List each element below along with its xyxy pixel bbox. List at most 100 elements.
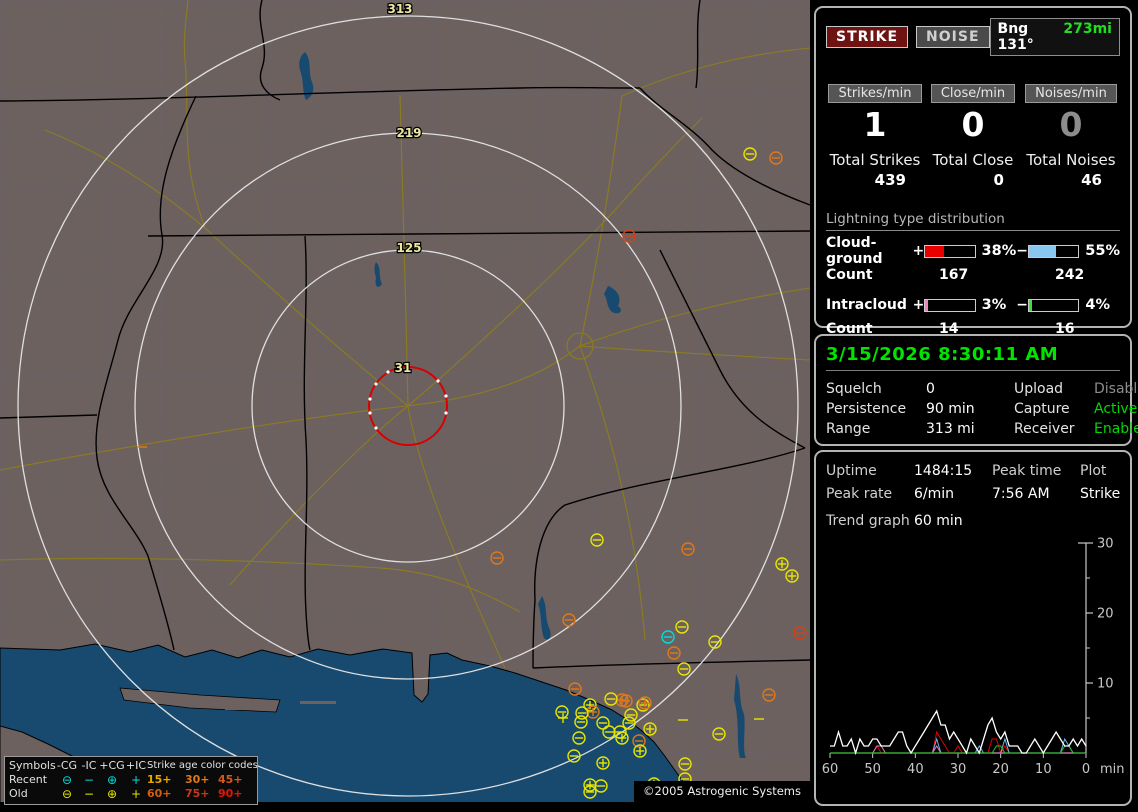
distribution-title: Lightning type distribution xyxy=(826,211,1120,231)
noise-button[interactable]: NOISE xyxy=(916,26,989,48)
bearing-distance: 273mi xyxy=(1063,21,1112,53)
recent-ic-minus-icon: − xyxy=(79,773,99,787)
ic-minus-bar-fill xyxy=(1029,300,1032,311)
legend-row-recent-label: Recent xyxy=(9,773,55,787)
total-strikes-value: 439 xyxy=(826,171,924,189)
strike-symbol-cp xyxy=(634,745,646,757)
age-90: 90+ xyxy=(218,787,251,801)
cloud-ground-row: Cloud-ground + 38% − 55% xyxy=(826,239,1120,263)
cg-minus-count: 242 xyxy=(1055,267,1084,283)
cg-plus-bar-fill xyxy=(925,246,944,257)
datetime-display: 3/15/2026 8:30:11 AM xyxy=(826,344,1120,371)
symbol-legend: Symbols -CG -IC +CG +IC Strike age color… xyxy=(4,756,258,805)
ic-plus-bar xyxy=(924,299,975,312)
plus-sign: + xyxy=(913,243,925,259)
cg-plus-pct: 38% xyxy=(982,243,1017,259)
receiver-value: Enabled xyxy=(1094,419,1138,439)
cg-plus-bar xyxy=(924,245,975,258)
ring-label-31: 31 xyxy=(395,361,412,375)
bearing-readout: Bng 131° 273mi xyxy=(990,18,1120,56)
squelch-label: Squelch xyxy=(826,379,926,399)
strikes-per-min-value: 1 xyxy=(826,107,924,143)
trend-series-cg- xyxy=(830,732,1086,753)
cg-minus-bar-fill xyxy=(1029,246,1056,257)
close-per-min-value: 0 xyxy=(924,107,1022,143)
old-ic-minus-icon: − xyxy=(79,787,99,801)
close-per-min-column: Close/min 0 Total Close 0 xyxy=(924,82,1022,189)
trend-x-tick-label: 30 xyxy=(950,762,967,777)
lightning-distribution: Lightning type distribution Cloud-ground… xyxy=(826,211,1120,341)
copyright-text: ©2005 Astrogenic Systems xyxy=(634,781,810,812)
strikes-per-min-column: Strikes/min 1 Total Strikes 439 xyxy=(826,82,924,189)
cg-plus-count: 167 xyxy=(939,267,1055,283)
trend-y-tick-label: 20 xyxy=(1097,607,1114,622)
ic-minus-pct: 4% xyxy=(1085,297,1120,313)
uptime-grid: Uptime 1484:15 Peak time Plot Peak rate … xyxy=(826,460,1120,506)
legend-col-cg-minus: -CG xyxy=(55,759,79,773)
persistence-label: Persistence xyxy=(826,399,926,419)
strike-symbol-cp xyxy=(776,558,788,570)
ic-minus-bar xyxy=(1028,299,1079,312)
trend-graph-label: Trend graph xyxy=(826,513,914,529)
map-area[interactable]: 313 219 125 31 Symbols -CG -IC +CG +IC S… xyxy=(0,0,810,812)
old-ic-plus-icon: + xyxy=(125,787,147,801)
strike-symbol-cp xyxy=(597,757,609,769)
receiver-label: Receiver xyxy=(1014,419,1094,439)
cloud-ground-label: Cloud-ground xyxy=(826,235,913,267)
plot-label: Plot xyxy=(1080,460,1120,483)
bearing-value: Bng 131° xyxy=(998,21,1056,53)
plot-value: Strike xyxy=(1080,483,1120,506)
upload-value: Disabled xyxy=(1094,379,1138,399)
total-noises-label: Total Noises xyxy=(1022,151,1120,169)
age-15: 15+ xyxy=(147,773,185,787)
trend-graph-value: 60 min xyxy=(914,513,963,529)
legend-age-header: Strike age color codes xyxy=(147,759,251,773)
trend-x-tick-label: 10 xyxy=(1035,762,1052,777)
close-per-min-label: Close/min xyxy=(931,84,1015,103)
strikes-per-min-label: Strikes/min xyxy=(828,84,921,103)
total-close-value: 0 xyxy=(924,171,1022,189)
app-window: { "map": { "ring_labels": ["313", "219",… xyxy=(0,0,1138,812)
noises-per-min-column: Noises/min 0 Total Noises 46 xyxy=(1022,82,1120,189)
age-75: 75+ xyxy=(185,787,218,801)
peak-time-value: 7:56 AM xyxy=(992,483,1080,506)
map-svg: 313 219 125 31 xyxy=(0,0,810,812)
legend-symbols-header: Symbols xyxy=(9,759,55,773)
strike-symbol-cp xyxy=(620,695,632,707)
ic-plus-bar-fill xyxy=(925,300,928,311)
strike-button[interactable]: STRIKE xyxy=(826,26,908,48)
total-close-label: Total Close xyxy=(924,151,1022,169)
recent-cg-plus-icon: ⊕ xyxy=(99,773,125,787)
range-label: Range xyxy=(826,419,926,439)
strike-stats-panel: STRIKE NOISE Bng 131° 273mi Strikes/min … xyxy=(814,6,1132,328)
noises-per-min-label: Noises/min xyxy=(1025,84,1117,103)
age-45: 45+ xyxy=(218,773,251,787)
trend-y-tick-label: 10 xyxy=(1097,677,1114,692)
plus-sign: + xyxy=(913,297,925,313)
ic-plus-pct: 3% xyxy=(982,297,1017,313)
total-noises-value: 46 xyxy=(1022,171,1120,189)
legend-col-ic-minus: -IC xyxy=(79,759,99,773)
recent-ic-plus-icon: + xyxy=(125,773,147,787)
trend-y-tick-label: 30 xyxy=(1097,537,1114,552)
squelch-value: 0 xyxy=(926,379,1014,399)
peak-time-label: Peak time xyxy=(992,460,1080,483)
status-panel: 3/15/2026 8:30:11 AM Squelch 0 Upload Di… xyxy=(814,334,1132,446)
range-value: 313 mi xyxy=(926,419,1014,439)
ring-label-125: 125 xyxy=(396,241,421,255)
capture-value: Active xyxy=(1094,399,1138,419)
recent-cg-minus-icon: ⊖ xyxy=(55,773,79,787)
count-label: Count xyxy=(826,267,939,283)
trend-graph: 3020106050403020100min xyxy=(826,533,1122,785)
intracloud-label: Intracloud xyxy=(826,297,913,313)
total-strikes-label: Total Strikes xyxy=(826,151,924,169)
cg-minus-pct: 55% xyxy=(1085,243,1120,259)
trend-x-tick-label: 60 xyxy=(822,762,839,777)
legend-row-old-label: Old xyxy=(9,787,55,801)
ring-label-219: 219 xyxy=(396,126,421,140)
trend-panel: Uptime 1484:15 Peak time Plot Peak rate … xyxy=(814,450,1132,806)
capture-label: Capture xyxy=(1014,399,1094,419)
strike-symbol-cp xyxy=(786,570,798,582)
minus-sign: − xyxy=(1016,297,1028,313)
minus-sign: − xyxy=(1016,243,1028,259)
